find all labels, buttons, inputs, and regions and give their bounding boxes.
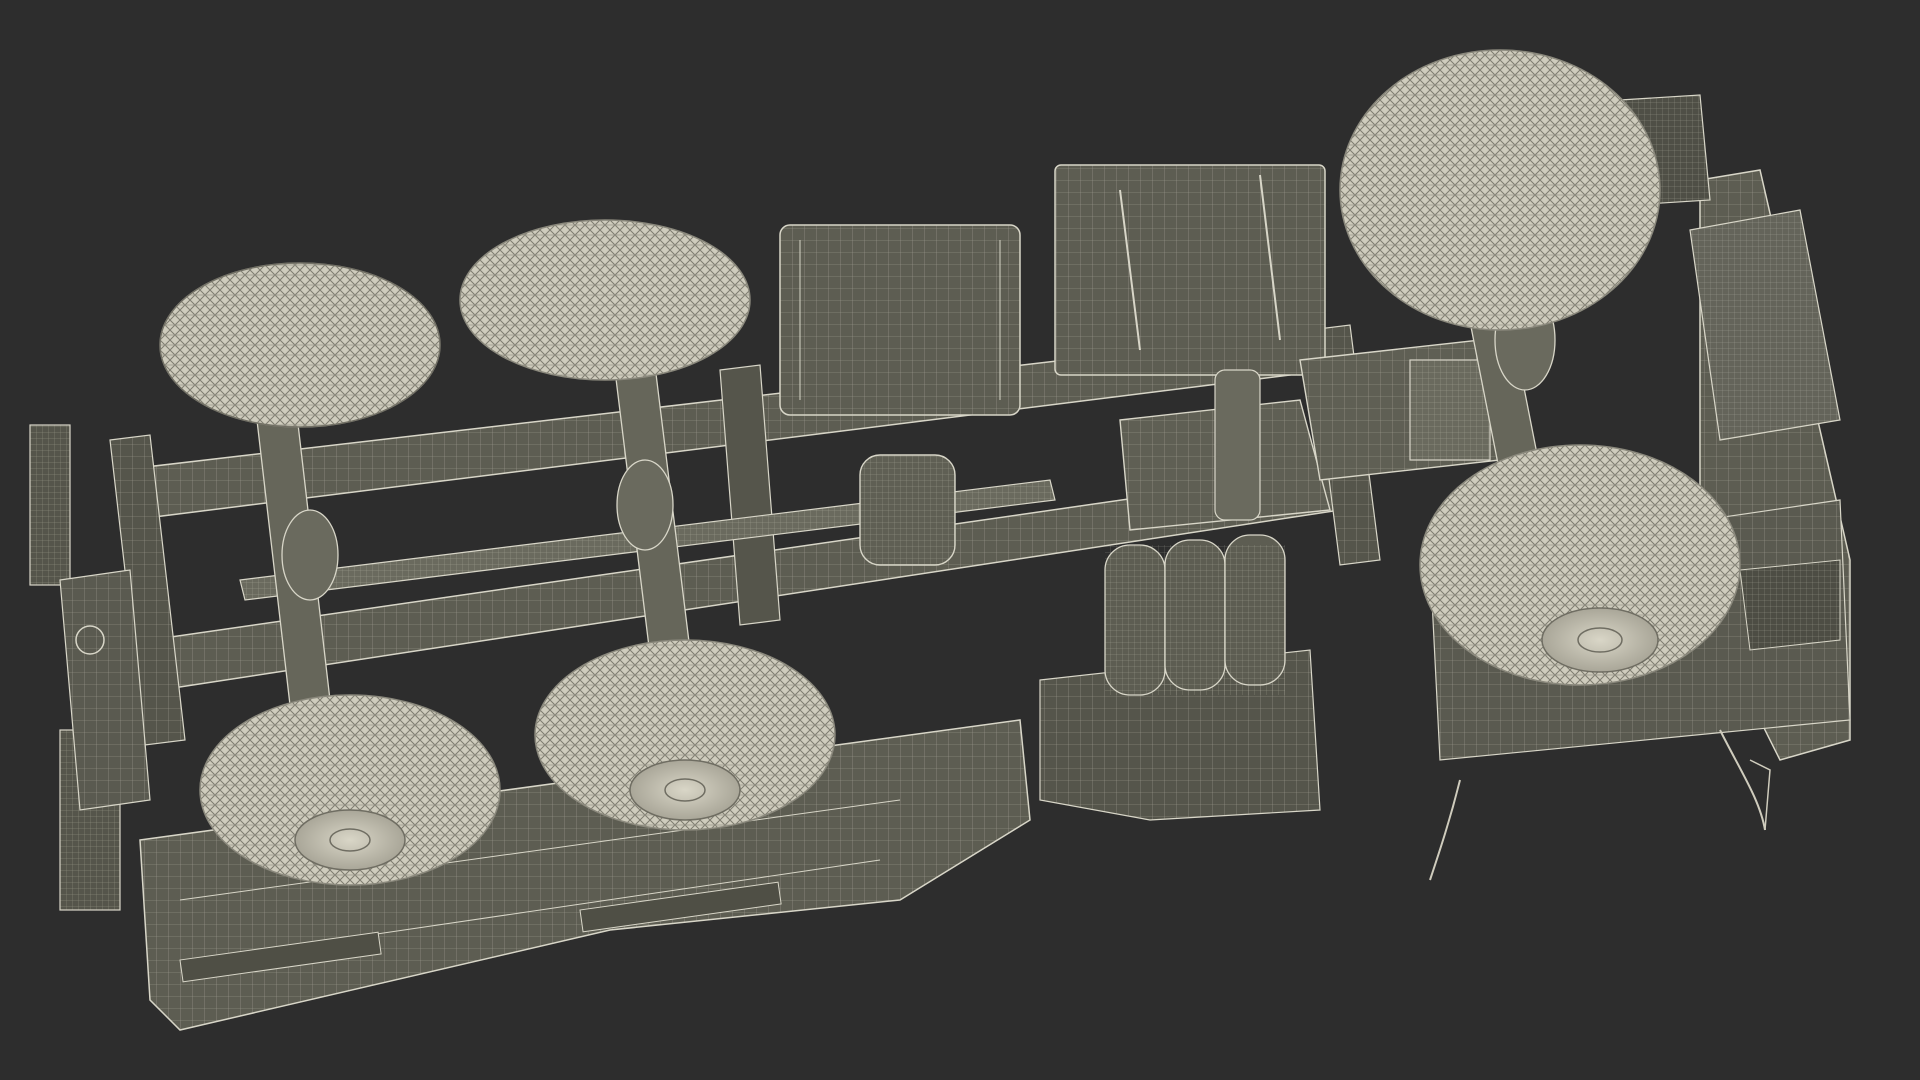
transmission (1119, 369, 1331, 531)
wheel-rear-left-outer (159, 262, 441, 428)
wheel-rear-right-inner (534, 639, 836, 831)
truck-wireframe-render (29, 49, 1851, 1031)
wheel-front-left (1339, 49, 1661, 331)
engine-block (1299, 339, 1501, 481)
transfer-case (859, 454, 956, 566)
wheel-rear-right-outer (199, 694, 501, 886)
wheel-front-right (1419, 444, 1741, 686)
air-cylinders (1104, 534, 1286, 696)
fuel-tank-left (779, 224, 1021, 416)
render-viewport (0, 0, 1920, 1080)
fuel-tank-right (1054, 164, 1326, 376)
wheel-rear-left-inner (459, 219, 751, 381)
